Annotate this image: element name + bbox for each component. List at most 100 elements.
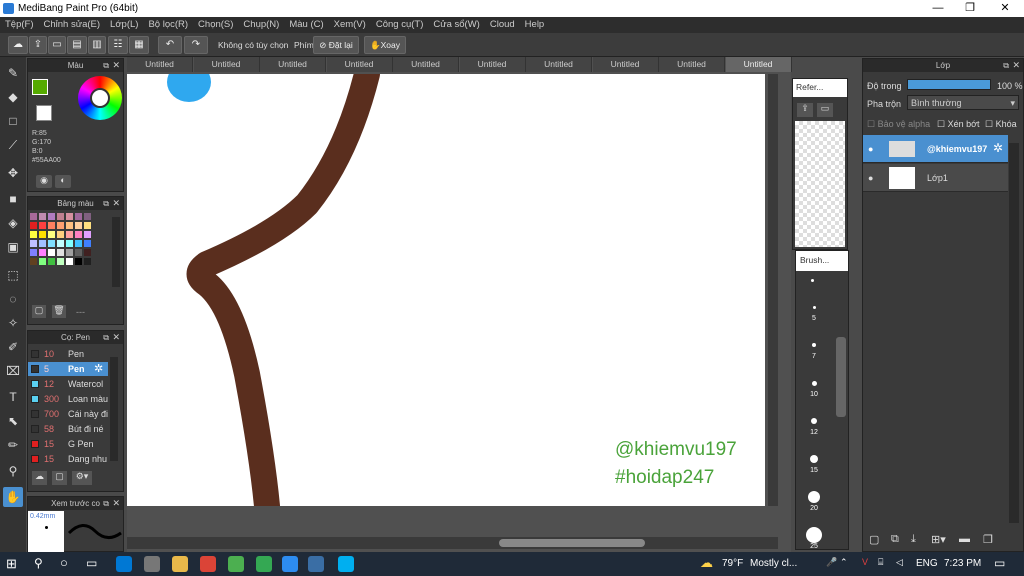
palette-swatch[interactable] [48,249,55,256]
open-folder-icon[interactable]: ▭ [817,103,833,117]
detach-icon[interactable]: ⧉ [103,331,109,344]
medibang-icon[interactable] [308,556,324,572]
secondary-color-swatch[interactable] [36,105,52,121]
grid-icon[interactable]: ▦ [129,36,149,54]
palette-swatch[interactable] [75,213,82,220]
palette-swatch[interactable] [84,249,91,256]
lock-checkbox[interactable]: ☐ Khóa [985,119,1017,130]
palette-swatch[interactable] [48,240,55,247]
windows-start-icon[interactable]: ⊞ [6,556,17,572]
menu-cloud[interactable]: Cloud [485,17,520,32]
document-tab[interactable]: Untitled [127,57,193,72]
size-dot[interactable] [806,527,822,543]
search-icon[interactable]: ⚲ [34,556,43,570]
task-view-icon[interactable]: ○ [60,555,68,570]
app-icon[interactable] [228,556,244,572]
palette-swatch[interactable] [39,258,46,265]
redo-button[interactable]: ↷ [184,36,208,54]
eye-icon[interactable]: ● [868,173,873,183]
reset-button[interactable]: ⊘ Đặt lại [313,36,359,54]
close-icon[interactable]: ✕ [1012,59,1020,72]
select-pen-icon[interactable]: ✐ [3,337,23,357]
size-dot[interactable] [808,491,820,503]
size-dot[interactable] [811,418,817,424]
brush-item[interactable]: 12 Watercol [28,377,108,391]
palette-swatch[interactable] [57,258,64,265]
palette-swatch[interactable] [75,222,82,229]
size-dot[interactable] [811,380,817,386]
close-button[interactable]: ✕ [990,0,1020,17]
microphone-icon[interactable]: 🎤 [826,557,837,568]
shape-tool-icon[interactable]: □ [3,111,23,131]
tray-arrow-icon[interactable]: ⌃ [840,557,848,568]
detach-icon[interactable]: ⧉ [103,497,109,510]
palette-swatch[interactable] [75,240,82,247]
palette-swatch[interactable] [30,213,37,220]
merge-layer-icon[interactable]: ⤓ [911,533,916,546]
undo-button[interactable]: ↶ [158,36,182,54]
palette-swatch[interactable] [66,240,73,247]
widgets-icon[interactable]: ▭ [86,556,97,570]
palette-swatch[interactable] [84,231,91,238]
drawing-canvas[interactable]: @khiemvu197 #hoidap247 [127,74,765,506]
line-tool-icon[interactable]: ⟋ [3,135,23,155]
document-tab[interactable]: Untitled [193,57,260,72]
eraser-tool-icon[interactable]: ◆ [3,87,23,107]
brush-item[interactable]: 10 Pen [28,347,108,361]
cloud-icon[interactable]: ☁ [8,36,28,54]
palette-swatch[interactable] [57,240,64,247]
blend-select[interactable]: Bình thường ▾ [907,95,1019,110]
size-dot[interactable] [810,455,818,463]
file-explorer-icon[interactable] [172,556,188,572]
menu-tools[interactable]: Công cụ(T) [371,17,429,32]
message-icon[interactable]: ▤ [67,36,87,54]
palette-mode-icon[interactable]: ◉ [36,175,52,188]
horizontal-scrollbar[interactable] [127,537,778,549]
color-wheel[interactable] [78,76,122,120]
store-icon[interactable] [144,556,160,572]
menu-window[interactable]: Cửa sổ(W) [428,17,484,32]
bucket-tool-icon[interactable]: ◈ [3,213,23,233]
palette-swatch[interactable] [48,258,55,265]
document-icon[interactable]: ▥ [88,36,106,54]
notification-icon[interactable]: ▭ [994,556,1005,570]
palette-swatch[interactable] [30,249,37,256]
blur-tool-icon[interactable]: ✏ [3,435,23,455]
add-layer-menu-icon[interactable]: ⊞▾ [931,533,946,546]
gradient-tool-icon[interactable]: ▣ [3,237,23,257]
layer-scrollbar[interactable] [1009,143,1019,523]
detach-icon[interactable]: ⧉ [1003,59,1009,72]
brush-item[interactable]: 15 Dang nhu [28,452,108,466]
palette-swatch[interactable] [39,222,46,229]
palette-swatch[interactable] [39,213,46,220]
size-dot[interactable] [812,343,816,347]
fill-rect-tool-icon[interactable]: ■ [3,189,23,209]
palette-swatch[interactable] [39,249,46,256]
protect-alpha-checkbox[interactable]: ☐ Bảo vệ alpha [867,119,930,130]
primary-color-swatch[interactable] [32,79,48,95]
menu-layer[interactable]: Lớp(L) [105,17,143,32]
color-square[interactable] [90,88,110,108]
upload-icon[interactable]: ⇪ [29,36,47,54]
rotate-button[interactable]: ✋Xoay [364,36,406,54]
palette-swatch[interactable] [57,231,64,238]
palette-swatch[interactable] [39,231,46,238]
palette-swatch[interactable] [30,222,37,229]
layer-row[interactable]: ● Lớp1 [863,164,1008,192]
palette-swatch[interactable] [66,213,73,220]
close-icon[interactable]: ✕ [112,331,120,344]
weather-desc[interactable]: Mostly cl... [750,558,797,569]
document-tab[interactable]: Untitled [725,57,792,72]
document-tab[interactable]: Untitled [326,57,393,72]
new-layer-icon[interactable]: ▢ [869,533,879,546]
palette-swatch[interactable] [84,213,91,220]
horizontal-scroll-thumb[interactable] [499,539,645,547]
eye-icon[interactable]: ● [868,144,873,154]
volume-icon[interactable]: ◁ [896,557,903,568]
palette-swatch[interactable] [84,222,91,229]
list-icon[interactable]: ☷ [108,36,128,54]
brush-item[interactable]: 300 Loan màu [28,392,108,406]
network-icon[interactable]: ⌸ [878,557,883,568]
close-icon[interactable]: ✕ [112,497,120,510]
palette-swatch[interactable] [84,240,91,247]
